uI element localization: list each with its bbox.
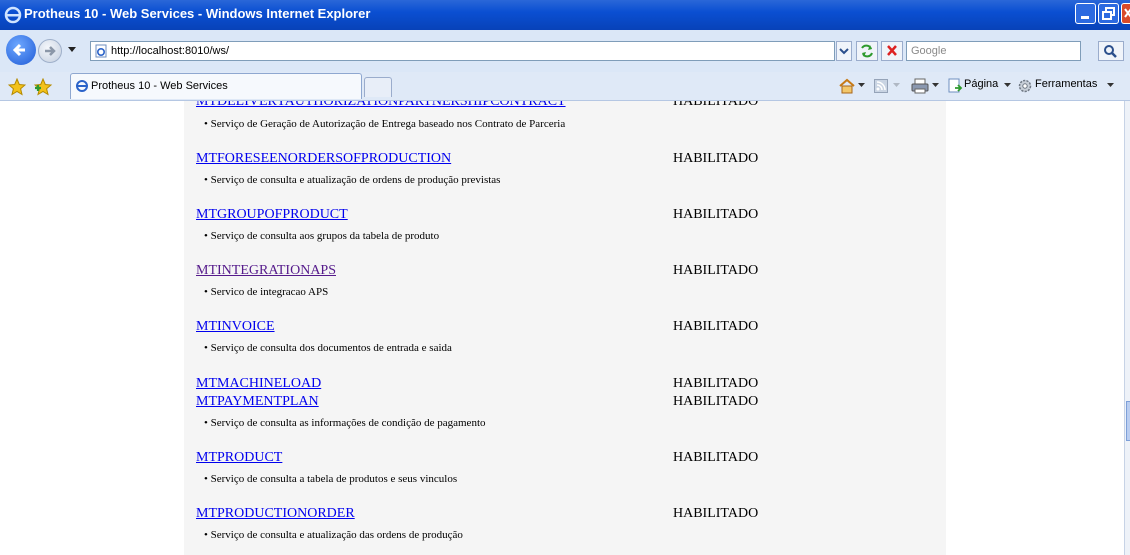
service-status: HABILITADO bbox=[673, 207, 759, 222]
home-icon[interactable] bbox=[838, 78, 856, 94]
address-input[interactable]: http://localhost:8010/ws/ bbox=[90, 41, 835, 61]
forward-arrow-icon bbox=[45, 46, 56, 56]
service-description: • Serviço de consulta dos documentos de … bbox=[204, 342, 452, 354]
search-input[interactable]: Google bbox=[906, 41, 1081, 61]
service-link[interactable]: MTINTEGRATIONAPS bbox=[196, 263, 336, 279]
forward-button[interactable] bbox=[38, 39, 62, 63]
vertical-scrollbar[interactable] bbox=[1124, 101, 1130, 555]
close-icon bbox=[1124, 8, 1130, 18]
page-menu[interactable]: Página bbox=[964, 78, 998, 90]
search-placeholder: Google bbox=[911, 45, 947, 57]
internet-explorer-icon bbox=[4, 6, 22, 24]
services-panel bbox=[184, 101, 946, 555]
service-link[interactable]: MTPRODUCT bbox=[196, 450, 282, 466]
tools-menu-dropdown-icon bbox=[1107, 83, 1114, 87]
restore-button[interactable] bbox=[1098, 3, 1119, 24]
tab-label: Protheus 10 - Web Services bbox=[91, 80, 228, 92]
gear-icon bbox=[1018, 79, 1032, 93]
service-status: HABILITADO bbox=[673, 450, 759, 465]
page-menu-icon bbox=[948, 78, 963, 93]
tools-menu[interactable]: Ferramentas bbox=[1035, 78, 1097, 90]
service-description: • Serviço de consulta aos grupos da tabe… bbox=[204, 230, 440, 242]
service-description: • Serviço de Geração de Autorização de E… bbox=[204, 118, 566, 130]
service-link[interactable]: MTPRODUCTIONORDER bbox=[196, 506, 355, 522]
service-description: • Serviço de consulta a tabela de produt… bbox=[204, 473, 458, 485]
service-link[interactable]: MTFORESEENORDERSOFPRODUCTION bbox=[196, 151, 451, 167]
feeds-dropdown-icon[interactable] bbox=[893, 83, 900, 88]
service-description: • Serviço de consulta e atualização das … bbox=[204, 529, 463, 541]
tab-protheus-web-services[interactable]: Protheus 10 - Web Services bbox=[70, 73, 362, 99]
page-menu-dropdown-icon bbox=[1004, 83, 1011, 87]
print-icon[interactable] bbox=[911, 78, 929, 94]
service-status: HABILITADO bbox=[673, 506, 759, 521]
service-description: • Serviço de consulta e atualização de o… bbox=[204, 174, 501, 186]
minimize-button[interactable] bbox=[1075, 3, 1096, 24]
search-button[interactable] bbox=[1098, 41, 1124, 61]
service-link[interactable]: MTPAYMENTPLAN bbox=[196, 394, 319, 410]
window-title: Protheus 10 - Web Services - Windows Int… bbox=[24, 6, 371, 21]
page-icon bbox=[95, 44, 107, 58]
refresh-button[interactable] bbox=[856, 41, 878, 61]
address-dropdown-button[interactable] bbox=[836, 41, 852, 61]
service-status: HABILITADO bbox=[673, 263, 759, 278]
internet-explorer-icon bbox=[76, 80, 88, 92]
favorites-star-icon[interactable] bbox=[8, 78, 26, 96]
scrollbar-thumb[interactable] bbox=[1126, 401, 1130, 441]
history-dropdown-icon[interactable] bbox=[68, 47, 76, 53]
restore-icon bbox=[1102, 7, 1115, 20]
new-tab-button[interactable] bbox=[364, 77, 392, 97]
back-arrow-icon bbox=[12, 43, 25, 57]
stop-icon bbox=[887, 45, 897, 56]
window-title-bar[interactable]: Protheus 10 - Web Services - Windows Int… bbox=[0, 0, 1130, 30]
chevron-down-icon bbox=[839, 48, 849, 55]
service-status: HABILITADO bbox=[673, 319, 759, 334]
service-link[interactable]: MTMACHINELOAD bbox=[196, 376, 321, 392]
feeds-icon[interactable] bbox=[874, 79, 888, 93]
url-text: http://localhost:8010/ws/ bbox=[111, 45, 230, 57]
minimize-icon bbox=[1081, 16, 1089, 19]
page-content bbox=[0, 101, 1124, 555]
close-button[interactable] bbox=[1121, 3, 1130, 24]
stop-button[interactable] bbox=[881, 41, 903, 61]
print-dropdown-icon[interactable] bbox=[932, 83, 939, 88]
refresh-icon bbox=[861, 44, 873, 58]
service-status: HABILITADO bbox=[673, 376, 759, 391]
service-link[interactable]: MTINVOICE bbox=[196, 319, 275, 335]
service-description: • Servico de integracao APS bbox=[204, 286, 329, 298]
service-link[interactable]: MTGROUPOFPRODUCT bbox=[196, 207, 348, 223]
service-status: HABILITADO bbox=[673, 394, 759, 409]
search-icon bbox=[1104, 45, 1117, 58]
service-status: HABILITADO bbox=[673, 151, 759, 166]
add-favorites-icon[interactable] bbox=[34, 78, 54, 96]
service-description: • Serviço de consulta as informações de … bbox=[204, 417, 486, 429]
back-button[interactable] bbox=[6, 35, 36, 65]
home-dropdown-icon[interactable] bbox=[858, 83, 865, 88]
